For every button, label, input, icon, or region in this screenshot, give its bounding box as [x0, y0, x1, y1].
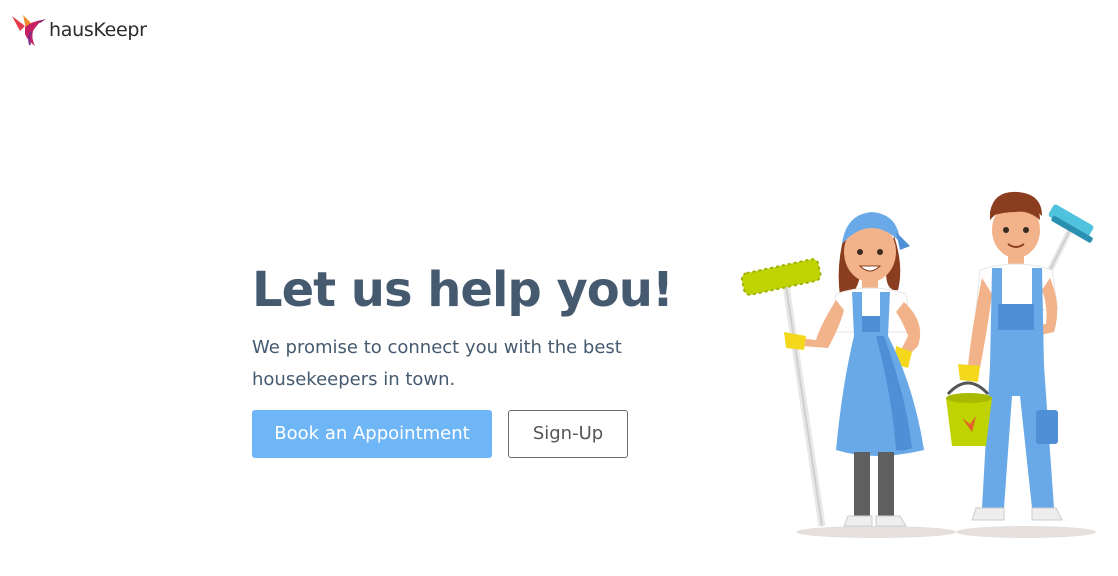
hero-subtitle: We promise to connect you with the best … [252, 336, 622, 390]
hero-section: Let us help you! We promise to connect y… [252, 262, 682, 458]
housekeepers-illustration [736, 186, 1106, 546]
landing-page: hausKeepr Let us help you! We promise to… [0, 0, 1118, 576]
book-appointment-button[interactable]: Book an Appointment [252, 409, 492, 458]
hero-title: Let us help you! [252, 262, 674, 318]
brand-logo[interactable]: hausKeepr [9, 12, 147, 48]
hero-actions: Book an Appointment Sign-Up [252, 409, 682, 458]
brand-name: hausKeepr [49, 19, 147, 41]
hummingbird-logo-icon [9, 12, 47, 48]
sign-up-button[interactable]: Sign-Up [508, 409, 628, 458]
